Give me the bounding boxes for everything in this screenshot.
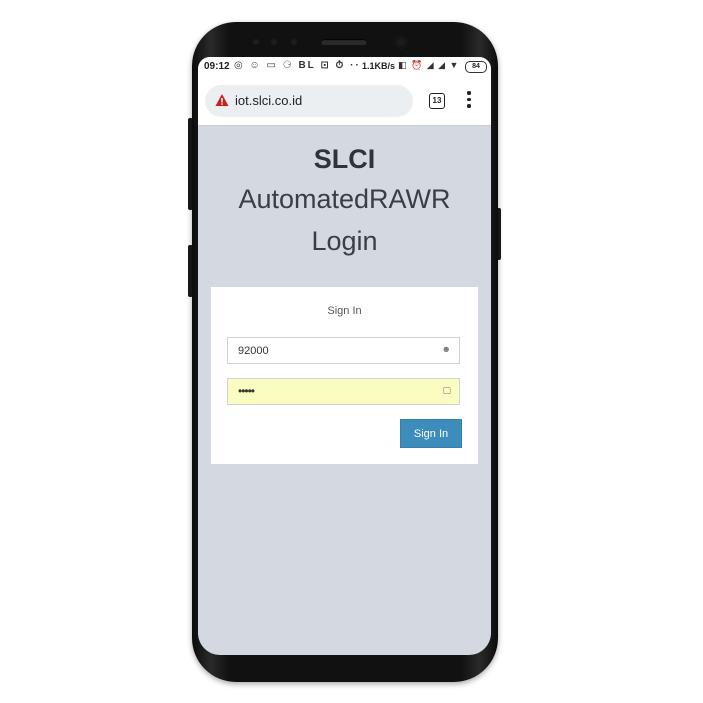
sensor-icon bbox=[270, 38, 278, 46]
battery-icon: 84 bbox=[465, 61, 487, 73]
login-card: Sign In 92000 ☻ ••••• ▢ Sign In bbox=[211, 287, 478, 464]
password-value: ••••• bbox=[238, 384, 255, 398]
more-vertical-icon[interactable] bbox=[464, 91, 474, 111]
user-icon: ☻ bbox=[441, 344, 451, 354]
lock-icon: ▢ bbox=[442, 385, 451, 395]
app-name: AutomatedRAWR bbox=[238, 184, 451, 214]
brand-title: SLCI bbox=[313, 144, 376, 174]
device-mockup: 09:12 ◎ ☺ ▭ ⚆ BL ⊡ ⏱ ·· 1.1KB/s ◧ ⏰ ◢ ◢ … bbox=[0, 0, 703, 703]
address-bar[interactable]: iot.slci.co.id bbox=[205, 85, 413, 117]
warning-icon[interactable] bbox=[215, 93, 229, 107]
network-speed: 1.1KB/s bbox=[362, 61, 396, 71]
sensor-icon bbox=[252, 38, 260, 46]
top-bezel bbox=[192, 30, 498, 56]
phone-screen: 09:12 ◎ ☺ ▭ ⚆ BL ⊡ ⏱ ·· 1.1KB/s ◧ ⏰ ◢ ◢ … bbox=[198, 57, 491, 655]
form-title: Sign In bbox=[327, 305, 362, 317]
tab-switcher-icon[interactable]: 13 bbox=[429, 93, 445, 109]
password-input[interactable]: ••••• ▢ bbox=[227, 378, 460, 405]
username-input[interactable]: 92000 ☻ bbox=[227, 337, 460, 364]
system-status-icons: ◧ ⏰ ◢ ◢ ▼ bbox=[398, 60, 460, 70]
sign-in-button[interactable]: Sign In bbox=[400, 419, 462, 448]
sensor-icon bbox=[290, 38, 298, 46]
browser-toolbar: iot.slci.co.id 13 bbox=[198, 77, 491, 126]
status-bar: 09:12 ◎ ☺ ▭ ⚆ BL ⊡ ⏱ ·· 1.1KB/s ◧ ⏰ ◢ ◢ … bbox=[198, 57, 491, 77]
username-value: 92000 bbox=[238, 345, 269, 357]
page-heading: Login bbox=[311, 226, 378, 256]
status-time: 09:12 bbox=[204, 61, 230, 72]
earpiece-speaker bbox=[321, 39, 367, 45]
url-text[interactable]: iot.slci.co.id bbox=[235, 93, 302, 108]
notification-icons: ◎ ☺ ▭ ⚆ BL ⊡ ⏱ ·· bbox=[234, 60, 361, 71]
front-camera-icon bbox=[395, 36, 407, 48]
